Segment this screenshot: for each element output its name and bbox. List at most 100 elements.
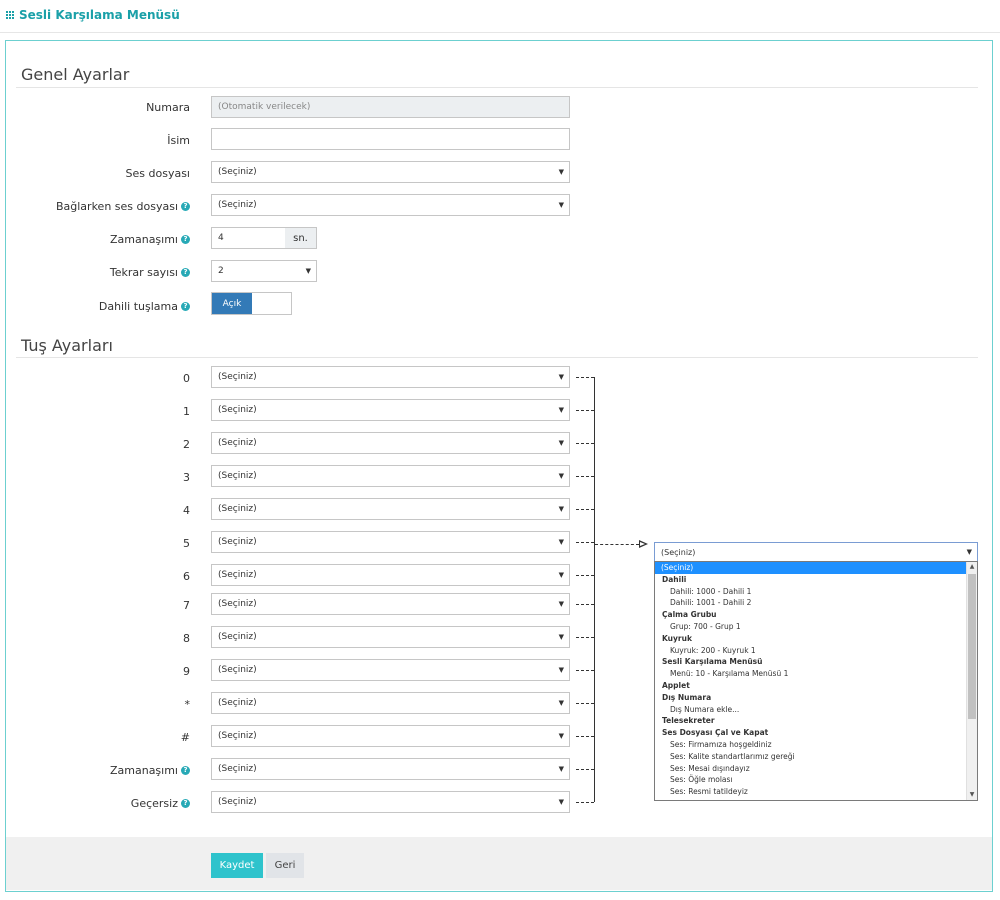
baglarken-select[interactable]: (Seçiniz) ▼ xyxy=(211,194,570,216)
ses-dosyasi-label: Ses dosyası xyxy=(125,167,190,180)
dropdown-option[interactable]: Menü: 10 - Karşılama Menüsü 1 xyxy=(655,668,977,680)
connector-tick xyxy=(576,604,594,606)
key-action-select[interactable]: (Seçiniz) ▼ xyxy=(211,758,570,780)
key-action-select[interactable]: (Seçiniz) ▼ xyxy=(211,692,570,714)
help-icon[interactable]: ? xyxy=(181,268,190,277)
dropdown-group-header: Dahili xyxy=(662,574,687,584)
key-action-select[interactable]: (Seçiniz) ▼ xyxy=(211,626,570,648)
chevron-down-icon: ▼ xyxy=(558,538,564,546)
key-action-select[interactable]: (Seçiniz) ▼ xyxy=(211,531,570,553)
dropdown-group-header: Applet xyxy=(662,680,690,690)
key-action-select[interactable]: (Seçiniz) ▼ xyxy=(211,593,570,615)
expanded-select[interactable]: (Seçiniz) ▼ xyxy=(654,542,978,562)
title-divider xyxy=(0,32,1000,33)
chevron-down-icon: ▼ xyxy=(558,571,564,579)
key-label: 6 xyxy=(183,570,190,583)
key-label: Zamanaşımı? xyxy=(110,764,190,777)
connector-tick xyxy=(576,410,594,412)
dropdown-option[interactable]: Grup: 700 - Grup 1 xyxy=(655,621,977,633)
chevron-down-icon: ▼ xyxy=(558,765,564,773)
help-icon[interactable]: ? xyxy=(181,799,190,808)
connector-tick xyxy=(576,443,594,445)
key-action-select[interactable]: (Seçiniz) ▼ xyxy=(211,725,570,747)
key-action-select[interactable]: (Seçiniz) ▼ xyxy=(211,366,570,388)
key-label: 4 xyxy=(183,504,190,517)
chevron-down-icon: ▼ xyxy=(558,505,564,513)
dropdown-option[interactable]: Ses: Öğle molası xyxy=(655,774,977,786)
dropdown-option[interactable]: Ses: Firmamıza hoşgeldiniz xyxy=(655,739,977,751)
dropdown-option[interactable]: Kuyruk: 200 - Kuyruk 1 xyxy=(655,645,977,657)
section-title-general: Genel Ayarlar xyxy=(21,65,130,84)
scroll-down-icon[interactable]: ▼ xyxy=(967,790,977,800)
chevron-down-icon: ▼ xyxy=(305,267,311,275)
key-action-select[interactable]: (Seçiniz) ▼ xyxy=(211,564,570,586)
chevron-down-icon: ▼ xyxy=(558,732,564,740)
isim-label: İsim xyxy=(167,134,190,147)
key-label: 5 xyxy=(183,537,190,550)
back-button[interactable]: Geri xyxy=(266,853,304,878)
connector-tick xyxy=(576,736,594,738)
connector-tick xyxy=(576,802,594,804)
key-label: Geçersiz? xyxy=(131,797,190,810)
key-label: 9 xyxy=(183,665,190,678)
chevron-down-icon: ▼ xyxy=(558,600,564,608)
dropdown-option[interactable]: Dahili: 1001 - Dahili 2 xyxy=(655,597,977,609)
scrollbar[interactable]: ▲ ▼ xyxy=(966,562,977,800)
key-label: * xyxy=(184,698,191,711)
connector-tick xyxy=(576,703,594,705)
dropdown-list[interactable]: (Seçiniz) Dahili Dahili: 1000 - Dahili 1 Da… xyxy=(654,561,978,801)
key-label: 8 xyxy=(183,632,190,645)
section-divider-keys xyxy=(16,357,978,358)
page-title: Sesli Karşılama Menüsü xyxy=(6,8,180,22)
dropdown-group-header: Telesekreter xyxy=(662,716,715,726)
connector-arrow-line xyxy=(595,544,639,545)
dropdown-group-header: Ses Dosyası Çal ve Kapat xyxy=(662,728,769,738)
chevron-down-icon: ▼ xyxy=(558,373,564,381)
dropdown-option[interactable]: Dahili: 1000 - Dahili 1 xyxy=(655,586,977,598)
key-label: 0 xyxy=(183,372,190,385)
dropdown-option[interactable]: Dış Numara ekle... xyxy=(655,704,977,716)
chevron-down-icon: ▼ xyxy=(558,798,564,806)
key-action-select[interactable]: (Seçiniz) ▼ xyxy=(211,498,570,520)
connector-line xyxy=(594,377,595,802)
scroll-up-icon[interactable]: ▲ xyxy=(967,562,977,572)
connector-tick xyxy=(576,575,594,577)
grid-icon xyxy=(6,10,15,20)
dropdown-group-header: Dış Numara xyxy=(662,692,712,702)
scroll-thumb[interactable] xyxy=(968,574,976,719)
save-button[interactable]: Kaydet xyxy=(211,853,263,878)
chevron-down-icon: ▼ xyxy=(558,201,564,209)
key-action-select[interactable]: (Seçiniz) ▼ xyxy=(211,432,570,454)
isim-field[interactable] xyxy=(211,128,570,150)
key-action-select[interactable]: (Seçiniz) ▼ xyxy=(211,465,570,487)
key-action-select[interactable]: (Seçiniz) ▼ xyxy=(211,791,570,813)
connector-tick xyxy=(576,769,594,771)
dropdown-group-header: Çalma Grubu xyxy=(662,610,717,620)
dropdown-option[interactable]: Ses: Kalite standartlarımız gereği xyxy=(655,751,977,763)
tekrar-label: Tekrar sayısı? xyxy=(110,266,190,279)
key-label: 1 xyxy=(183,405,190,418)
dropdown-option[interactable]: (Seçiniz) xyxy=(655,562,977,574)
dropdown-option[interactable]: Ses: Resmi tatildeyiz xyxy=(655,786,977,798)
connector-tick xyxy=(576,509,594,511)
form-footer xyxy=(6,837,992,890)
key-action-select[interactable]: (Seçiniz) ▼ xyxy=(211,399,570,421)
zamanasimi-label: Zamanaşımı? xyxy=(110,233,190,246)
key-action-select[interactable]: (Seçiniz) ▼ xyxy=(211,659,570,681)
zamanasimi-field[interactable]: 4 xyxy=(211,227,286,249)
help-icon[interactable]: ? xyxy=(181,235,190,244)
section-title-keys: Tuş Ayarları xyxy=(21,336,113,355)
ses-dosyasi-select[interactable]: (Seçiniz) ▼ xyxy=(211,161,570,183)
chevron-down-icon: ▼ xyxy=(558,666,564,674)
help-icon[interactable]: ? xyxy=(181,302,190,311)
connector-tick xyxy=(576,637,594,639)
tekrar-select[interactable]: 2 ▼ xyxy=(211,260,317,282)
dropdown-option[interactable]: Ses: Mesai dışındayız xyxy=(655,763,977,775)
connector-tick xyxy=(576,670,594,672)
key-label: # xyxy=(180,731,190,744)
connector-tick xyxy=(576,476,594,478)
help-icon[interactable]: ? xyxy=(181,766,190,775)
dahili-toggle[interactable]: Açık xyxy=(211,292,292,315)
seconds-addon: sn. xyxy=(285,227,317,249)
help-icon[interactable]: ? xyxy=(181,202,190,211)
